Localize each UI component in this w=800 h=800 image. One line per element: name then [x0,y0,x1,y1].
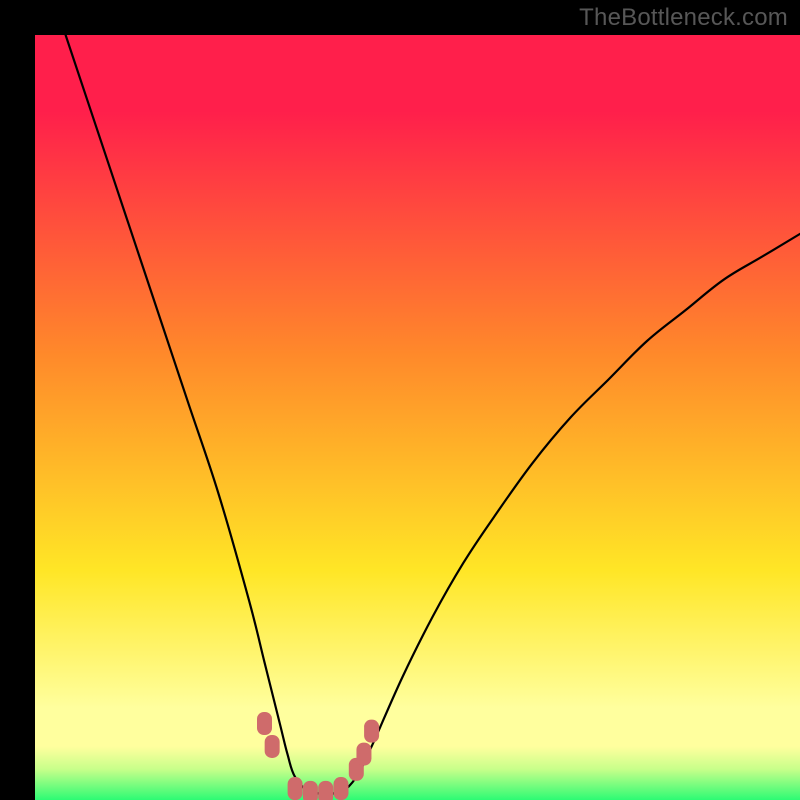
marker-point [288,777,303,800]
bottleneck-chart [35,35,800,800]
chart-frame: TheBottleneck.com [0,0,800,800]
marker-point [303,781,318,800]
marker-point [356,743,371,766]
marker-point [257,712,272,735]
gradient-background [35,35,800,800]
marker-point [265,735,280,758]
marker-point [318,781,333,800]
marker-point [334,777,349,800]
watermark-text: TheBottleneck.com [579,4,788,32]
marker-point [364,720,379,743]
